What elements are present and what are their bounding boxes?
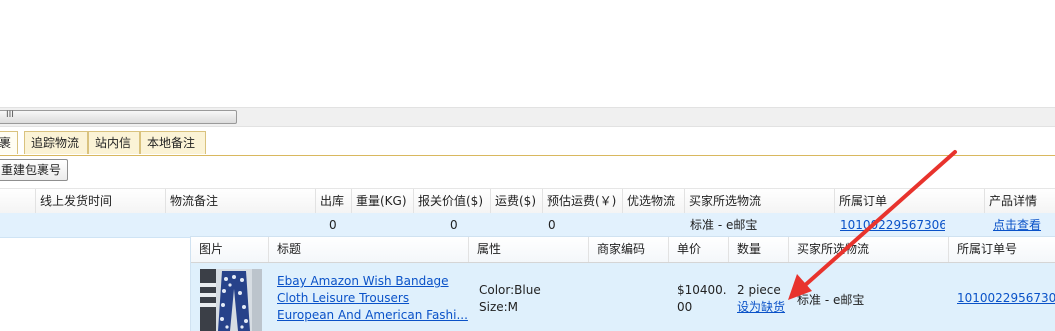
- col-preferred-logistics[interactable]: 优选物流: [623, 189, 685, 213]
- view-detail-link[interactable]: 点击查看: [993, 213, 1041, 237]
- grid-header: 线上发货时间 物流备注 出库 重量(KG) 报关价值($) 运费($) 预估运费…: [0, 188, 1055, 214]
- tab-messages[interactable]: 站内信: [88, 131, 140, 154]
- detail-header: 图片 标题 属性 商家编码 单价 数量 买家所选物流 所属订单号: [191, 237, 1055, 263]
- scrollbar-grip-icon: III: [6, 110, 14, 120]
- regenerate-package-button[interactable]: 重建包裹号: [0, 159, 69, 181]
- col-declared-value[interactable]: 报关价值($): [414, 189, 491, 213]
- tab-label: 裹: [0, 136, 12, 150]
- unit-price-line: 00: [677, 300, 693, 314]
- product-attributes: Color:Blue Size:M: [479, 282, 541, 316]
- cell-outbound: 0: [329, 218, 337, 232]
- tab-tracking[interactable]: 追踪物流: [24, 131, 88, 154]
- detail-col-price[interactable]: 单价: [669, 237, 729, 262]
- product-detail-grid: 图片 标题 属性 商家编码 单价 数量 买家所选物流 所属订单号 Ebay Am…: [190, 236, 1055, 331]
- attribute-color: Color:Blue: [479, 283, 541, 297]
- detail-buyer-logistics: 标准 - e邮宝: [797, 293, 865, 307]
- col-weight[interactable]: 重量(KG): [352, 189, 414, 213]
- detail-col-image[interactable]: 图片: [191, 237, 269, 262]
- detail-col-attributes[interactable]: 属性: [469, 237, 589, 262]
- grid-header-blank: [0, 189, 36, 213]
- quantity-value: 2 piece: [737, 283, 781, 297]
- col-order[interactable]: 所属订单: [835, 189, 985, 213]
- col-product-detail[interactable]: 产品详情: [985, 189, 1055, 213]
- product-title-line[interactable]: Cloth Leisure Trousers: [277, 290, 468, 307]
- cell-shipping-fee: 0: [548, 218, 556, 232]
- detail-col-order-no[interactable]: 所属订单号: [949, 237, 1055, 262]
- col-outbound[interactable]: 出库: [316, 189, 352, 213]
- col-buyer-logistics[interactable]: 买家所选物流: [685, 189, 835, 213]
- detail-col-sku[interactable]: 商家编码: [589, 237, 669, 262]
- tab-label: 站内信: [95, 136, 132, 150]
- tab-local-notes[interactable]: 本地备注: [140, 131, 206, 154]
- cell-buyer-logistics: 标准 - e邮宝: [690, 218, 758, 232]
- col-logistics-note[interactable]: 物流备注: [166, 189, 316, 213]
- unit-price: $10400. 00: [677, 282, 727, 316]
- order-link[interactable]: 10100229567306: [840, 213, 945, 237]
- product-title-line[interactable]: European And American Fashi...: [277, 307, 468, 324]
- tab-label: 本地备注: [147, 136, 196, 150]
- product-title-line[interactable]: Ebay Amazon Wish Bandage: [277, 273, 468, 290]
- detail-col-quantity[interactable]: 数量: [729, 237, 789, 262]
- quantity-cell: 2 piece 设为缺货: [737, 282, 785, 316]
- col-estimated-fee[interactable]: 预估运费(￥): [543, 189, 623, 213]
- product-title[interactable]: Ebay Amazon Wish Bandage Cloth Leisure T…: [277, 273, 468, 324]
- detail-order-link[interactable]: 10100229567306: [957, 291, 1055, 305]
- detail-col-buyer-logistics[interactable]: 买家所选物流: [789, 237, 949, 262]
- product-image[interactable]: [200, 269, 262, 331]
- unit-price-line: $10400.: [677, 283, 727, 297]
- mark-out-of-stock-link[interactable]: 设为缺货: [737, 299, 785, 316]
- horizontal-scrollbar[interactable]: III: [0, 107, 1055, 127]
- col-shipping-fee[interactable]: 运费($): [491, 189, 543, 213]
- product-photo-icon: [200, 269, 262, 331]
- tab-package[interactable]: 裹: [0, 131, 18, 154]
- cell-declared-value: 0: [450, 218, 458, 232]
- detail-row[interactable]: Ebay Amazon Wish Bandage Cloth Leisure T…: [191, 263, 1055, 331]
- scrollbar-thumb[interactable]: III: [0, 110, 237, 124]
- detail-col-title[interactable]: 标题: [269, 237, 469, 262]
- attribute-size: Size:M: [479, 300, 519, 314]
- table-row[interactable]: 0 0 0 标准 - e邮宝 10100229567306 点击查看: [0, 213, 1055, 238]
- tab-bar: 裹 追踪物流 站内信 本地备注: [0, 129, 1055, 156]
- col-ship-time[interactable]: 线上发货时间: [36, 189, 166, 213]
- tab-label: 追踪物流: [31, 136, 80, 150]
